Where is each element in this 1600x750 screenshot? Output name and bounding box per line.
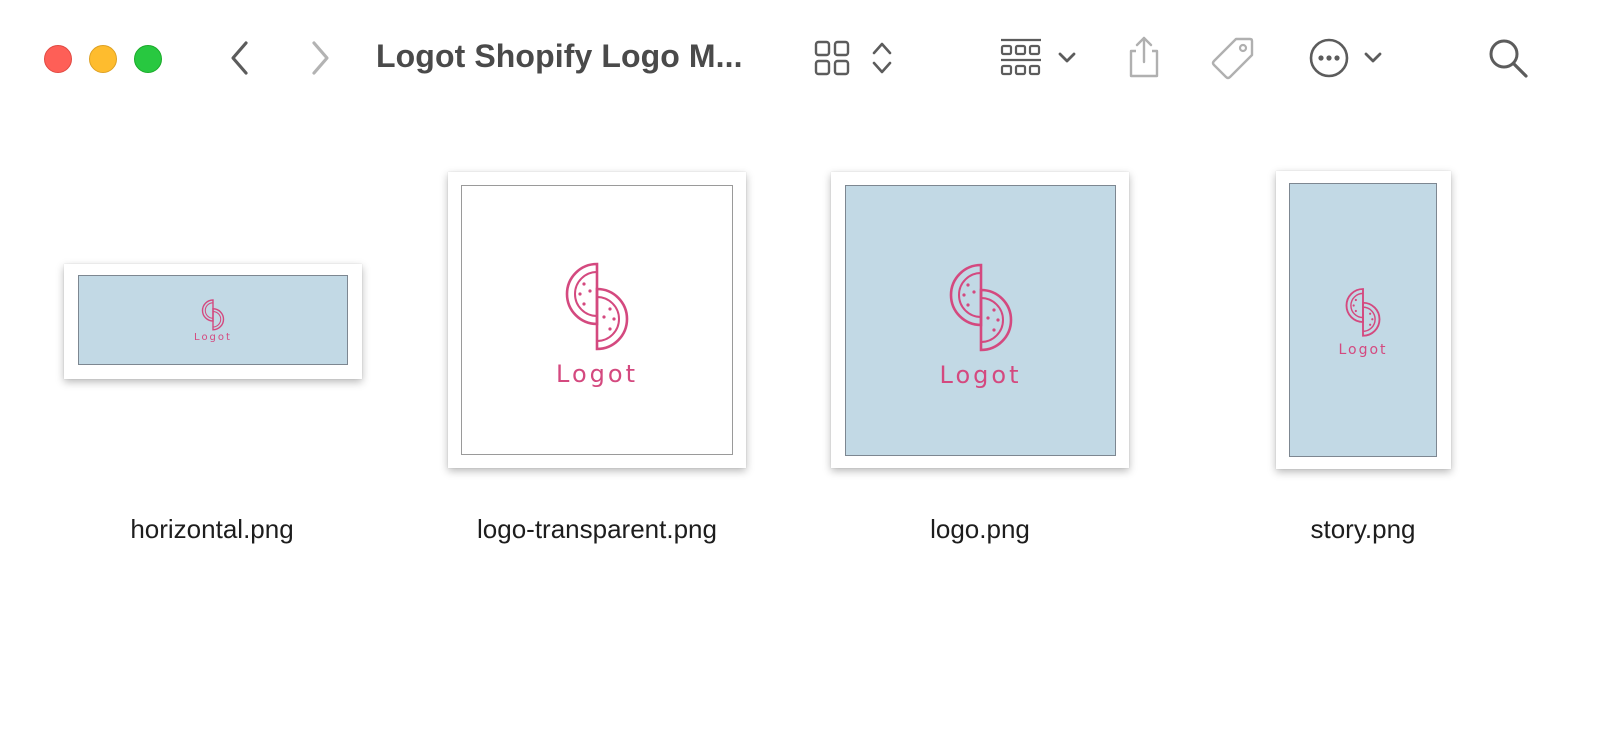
group-by-button[interactable] [994,36,1082,80]
logo-wordmark: Logot [194,332,232,343]
chevron-down-icon [1058,52,1076,63]
maximize-window-button[interactable] [134,45,162,73]
tag-icon [1211,37,1254,80]
thumbnail-image: Logot [461,185,733,455]
search-icon [1489,39,1528,78]
back-button[interactable] [222,38,258,78]
file-thumbnail[interactable]: Logot [831,172,1129,468]
window-title: Logot Shopify Logo M... [376,38,743,74]
more-options-button[interactable] [1304,36,1388,80]
grid-view-icon [814,40,850,76]
watermelon-logo-icon [565,262,629,351]
thumbnail-image: Logot [78,275,348,365]
file-thumbnail[interactable]: Logot [64,264,362,379]
share-icon [1129,36,1159,78]
logo-wordmark: Logot [1338,342,1388,358]
sort-arrows-icon [872,42,892,74]
file-thumbnail[interactable]: Logot [1276,171,1451,469]
close-window-button[interactable] [44,45,72,73]
file-name[interactable]: logo-transparent.png [430,514,764,545]
logo-wordmark: Logot [556,360,638,388]
forward-button[interactable] [302,38,338,78]
watermelon-logo-icon [949,263,1012,351]
group-view-icon [1000,38,1041,76]
file-name[interactable]: logo.png [850,514,1110,545]
toolbar: Logot Shopify Logo M... [0,0,1600,120]
file-name[interactable]: story.png [1260,514,1466,545]
more-options-icon [1309,38,1349,78]
thumbnail-image: Logot [1289,183,1437,457]
chevron-right-icon [312,41,329,75]
watermelon-logo-icon [1345,288,1381,337]
file-name[interactable]: horizontal.png [80,514,344,545]
search-button[interactable] [1484,34,1532,82]
view-mode-button[interactable] [810,38,898,78]
file-thumbnail[interactable]: Logot [448,172,746,468]
chevron-left-icon [231,41,248,75]
watermelon-logo-icon [201,299,225,331]
finder-window: Logot Shopify Logo M... Logot horizontal… [0,0,1600,750]
share-button[interactable] [1122,32,1166,82]
minimize-window-button[interactable] [89,45,117,73]
thumbnail-image: Logot [845,185,1116,456]
tag-button[interactable] [1208,34,1258,82]
chevron-down-icon [1364,52,1382,63]
logo-wordmark: Logot [939,360,1022,389]
